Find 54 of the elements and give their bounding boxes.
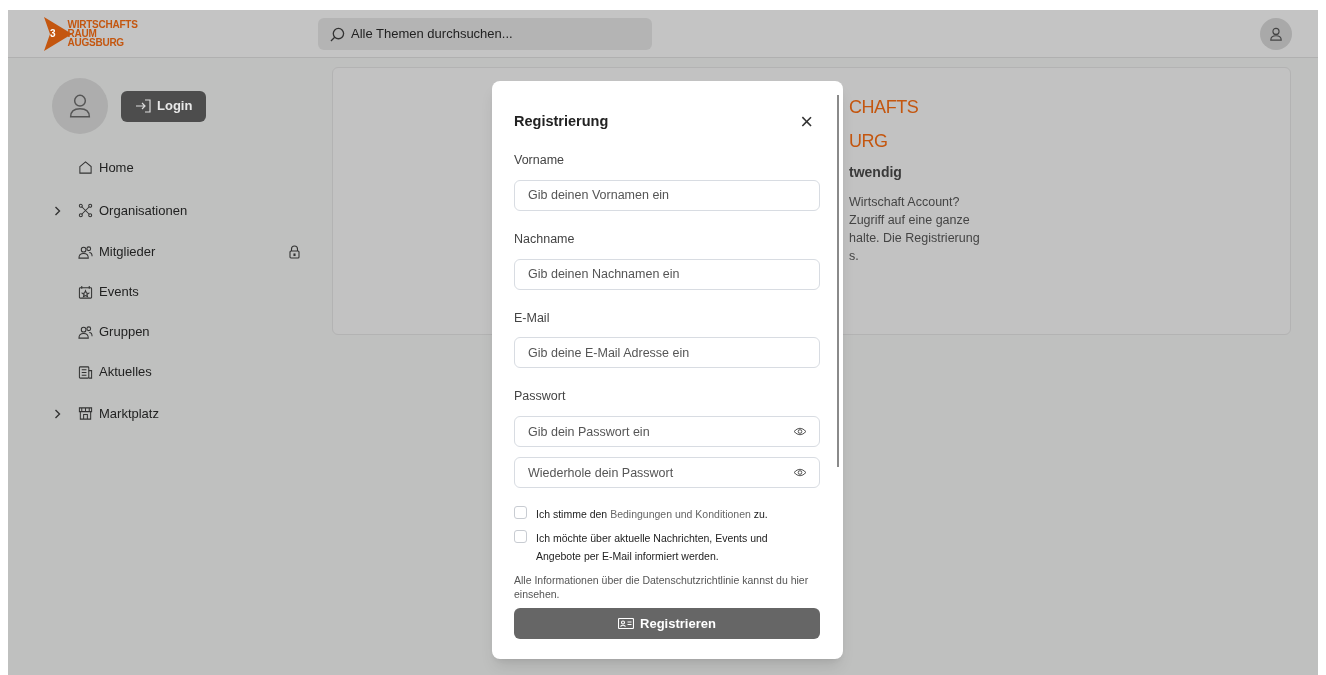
password-field[interactable]: Wiederhole dein Passwort xyxy=(514,457,820,488)
checkbox[interactable] xyxy=(514,506,527,519)
card-heading: twendig xyxy=(849,163,903,182)
sidebar-item[interactable]: Events xyxy=(8,272,308,312)
field-label: Nachname xyxy=(514,230,576,248)
people-icon xyxy=(78,244,93,260)
logo-text: RAUM xyxy=(67,29,98,38)
chevron-right-icon xyxy=(54,408,61,419)
sidebar-item[interactable]: Aktuelles xyxy=(8,352,308,392)
logo-text: AUGSBURG xyxy=(67,38,125,47)
people-icon xyxy=(78,324,93,340)
chevron-right-icon xyxy=(54,205,61,216)
search-field[interactable]: Alle Themen durchsuchen... xyxy=(318,17,652,50)
dialog-title: Registrierung xyxy=(514,112,609,132)
field-label: E-Mail xyxy=(514,309,551,327)
search-icon xyxy=(330,26,345,42)
close-button[interactable]: × xyxy=(800,111,813,133)
lock-icon xyxy=(289,245,300,259)
terms-link[interactable]: Bedingungen und Konditionen xyxy=(610,508,751,520)
checkbox-label: Ich stimme den Bedingungen und Konditionen zu. xyxy=(536,507,769,522)
checkbox[interactable] xyxy=(514,530,527,543)
sidebar-item[interactable]: Mitglieder xyxy=(8,232,308,272)
input-field[interactable]: Gib deinen Nachnamen ein xyxy=(514,258,820,290)
sidebar-item[interactable]: Marktplatz xyxy=(8,392,308,435)
sidebar-item[interactable]: Home xyxy=(8,146,308,189)
storefront-icon xyxy=(78,406,93,421)
person-icon xyxy=(1269,26,1283,41)
nodes-icon xyxy=(78,203,93,218)
card-text: Wirtschaft Account? Zugriff auf eine ganze halte. Die Registrierung s. xyxy=(849,194,981,265)
house-icon xyxy=(78,160,93,175)
user-avatar[interactable] xyxy=(1260,17,1292,50)
input-field[interactable]: Gib deinen Vornamen ein xyxy=(514,179,820,211)
eye-icon[interactable] xyxy=(793,468,807,477)
input-field[interactable]: Gib deine E-Mail Adresse ein xyxy=(514,337,820,369)
newspaper-icon xyxy=(78,364,93,380)
sidebar-item[interactable]: Organisationen xyxy=(8,189,308,232)
field-label: Passwort xyxy=(514,388,567,406)
login-button[interactable]: Login xyxy=(121,90,207,122)
logo-mark: 3 xyxy=(50,27,56,41)
eye-icon[interactable] xyxy=(793,427,807,436)
login-icon xyxy=(135,99,151,113)
person-icon xyxy=(69,94,91,118)
scrollbar-thumb[interactable] xyxy=(837,95,839,467)
register-button[interactable]: Registrieren xyxy=(514,608,820,639)
checkbox-label: Ich möchte über aktuelle Nachrichten, Events und Angebote per E-Mail informiert werden. xyxy=(536,531,769,564)
field-label: Vorname xyxy=(514,152,566,169)
id-card-icon xyxy=(618,618,635,629)
privacy-note: Alle Informationen über die Datenschutzrichtlinie kannst du hier einsehen. xyxy=(514,573,810,601)
calendar-star-icon xyxy=(78,284,93,300)
logo-text: WIRTSCHAFTS xyxy=(67,20,138,29)
logo-text: CHAFTS xyxy=(849,96,920,118)
logo-text: URG xyxy=(849,130,889,152)
sidebar-item[interactable]: Gruppen xyxy=(8,312,308,352)
password-field[interactable]: Gib dein Passwort ein xyxy=(514,416,820,447)
